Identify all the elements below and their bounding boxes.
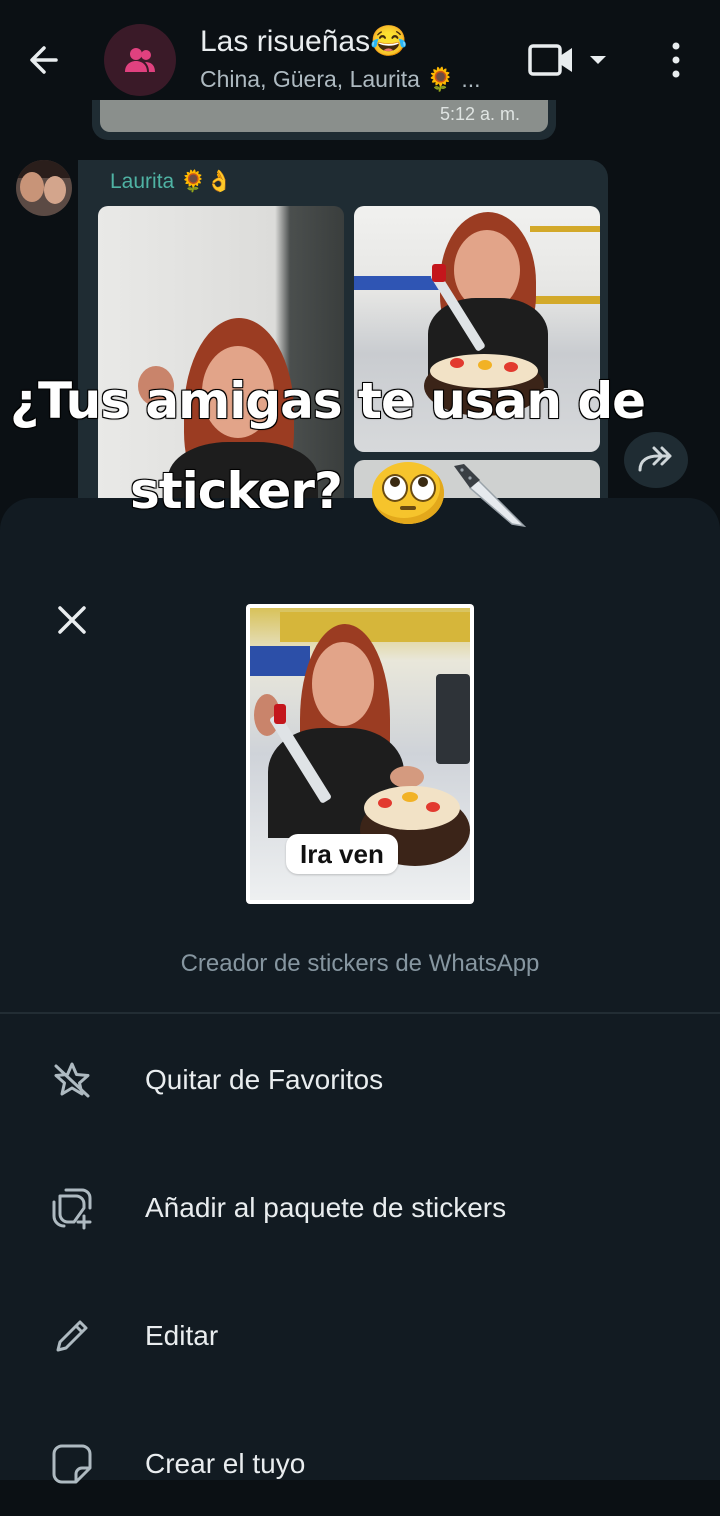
sticker-create-icon — [46, 1438, 98, 1490]
option-add-to-pack[interactable]: Añadir al paquete de stickers — [0, 1160, 720, 1260]
previous-message-time: 5:12 a. m. — [440, 104, 521, 124]
close-icon[interactable] — [48, 596, 96, 644]
forward-button[interactable] — [624, 432, 688, 488]
chat-participants[interactable]: China, Güera, Laurita 🌻 ... — [200, 66, 481, 93]
sender-name: Laurita 🌻👌 — [110, 170, 233, 193]
option-create-own[interactable]: Crear el tuyo — [0, 1416, 720, 1516]
back-arrow-icon[interactable] — [22, 36, 74, 84]
option-label: Quitar de Favoritos — [145, 1064, 384, 1095]
divider — [0, 1012, 720, 1014]
sticker-caption: Ira ven — [286, 834, 398, 874]
forward-icon — [638, 446, 672, 472]
chevron-down-icon[interactable] — [586, 50, 610, 70]
video-call-icon[interactable] — [526, 40, 576, 80]
knife-emoji-icon — [450, 464, 530, 534]
sticker-source-label: Creador de stickers de WhatsApp — [180, 950, 540, 977]
pencil-icon — [46, 1310, 98, 1362]
rolling-eyes-emoji-icon — [372, 462, 444, 524]
option-label: Añadir al paquete de stickers — [145, 1192, 507, 1223]
more-options-icon[interactable] — [662, 40, 690, 80]
option-label: Crear el tuyo — [145, 1448, 306, 1479]
option-label: Editar — [145, 1320, 219, 1351]
group-icon — [125, 48, 155, 72]
caption-line-1: ¿Tus amigas te usan de — [10, 372, 646, 430]
sender-avatar[interactable] — [16, 160, 72, 216]
sticker-add-icon — [46, 1182, 98, 1234]
option-remove-favorite[interactable]: Quitar de Favoritos — [0, 1032, 720, 1132]
chat-title[interactable]: Las risueñas😂 — [200, 24, 407, 59]
caption-line-2: sticker? — [130, 462, 343, 520]
group-avatar[interactable] — [104, 24, 176, 96]
option-edit[interactable]: Editar — [0, 1288, 720, 1388]
star-off-icon — [46, 1054, 98, 1106]
